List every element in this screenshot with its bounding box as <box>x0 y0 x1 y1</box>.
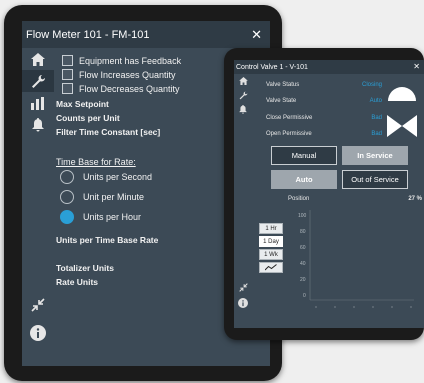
radio-label: Units per Second <box>83 172 153 182</box>
out-of-service-button[interactable]: Out of Service <box>342 170 408 189</box>
max-setpoint-label: Max Setpoint <box>56 99 109 109</box>
checkbox-row[interactable]: Flow Decreases Quantity <box>62 83 180 94</box>
wrench-icon[interactable] <box>22 70 54 92</box>
control-valve-sidebar-bottom <box>234 280 252 310</box>
counts-per-unit-label: Counts per Unit <box>56 113 120 123</box>
range-1-week-button[interactable]: 1 Wk <box>259 249 283 260</box>
radio-option[interactable]: Units per Second <box>60 170 152 184</box>
collapse-icon[interactable] <box>234 280 252 294</box>
status-value: Closing <box>361 82 382 88</box>
tablet-control-valve: Control Valve 1 - V-101 ✕ Valve Status C… <box>224 48 424 340</box>
control-valve-title: Control Valve 1 - V-101 <box>236 63 308 71</box>
scene: Flow Meter 101 - FM-101 ✕ Equipment has … <box>0 0 424 383</box>
flow-meter-title-bar: Flow Meter 101 - FM-101 ✕ <box>22 21 270 48</box>
chart-y-tick: 20 <box>300 277 306 283</box>
status-label: Valve State <box>266 98 297 104</box>
range-1-hour-button[interactable]: 1 Hr <box>259 223 283 234</box>
filter-time-constant-label: Filter Time Constant [sec] <box>56 127 161 137</box>
units-per-time-label: Units per Time Base Rate <box>56 235 159 245</box>
chart-y-tick: 80 <box>300 229 306 235</box>
checkbox[interactable] <box>62 55 73 66</box>
info-icon[interactable] <box>22 322 54 344</box>
radio-button-selected[interactable] <box>60 210 74 224</box>
auto-button[interactable]: Auto <box>271 170 337 189</box>
chart-y-tick: 60 <box>300 245 306 251</box>
radio-label: Units per Hour <box>83 212 142 222</box>
in-service-button[interactable]: In Service <box>342 146 408 165</box>
bell-icon[interactable] <box>22 114 54 136</box>
control-valve-title-bar: Control Valve 1 - V-101 ✕ <box>234 60 424 74</box>
checkbox-row[interactable]: Flow Increases Quantity <box>62 69 176 80</box>
checkbox-label: Equipment has Feedback <box>79 55 182 66</box>
time-base-heading: Time Base for Rate: <box>56 157 136 167</box>
control-valve-screen: Control Valve 1 - V-101 ✕ Valve Status C… <box>234 60 424 328</box>
valve-body-icon <box>387 115 417 137</box>
valve-actuator-icon <box>388 87 416 101</box>
status-value: Bad <box>371 115 382 121</box>
control-valve-sidebar <box>234 74 252 328</box>
home-icon[interactable] <box>234 74 252 88</box>
status-row: Valve State Auto <box>266 98 382 104</box>
bar-chart-icon[interactable] <box>22 92 54 114</box>
trend-icon[interactable] <box>259 262 283 273</box>
status-label: Valve Status <box>266 82 300 88</box>
range-1-day-button[interactable]: 1 Day <box>259 236 283 247</box>
flow-meter-sidebar <box>22 48 54 366</box>
totalizer-units-label: Totalizer Units <box>56 263 114 273</box>
status-row: Close Permissive Bad <box>266 115 382 121</box>
radio-option[interactable]: Unit per Minute <box>60 190 144 204</box>
chart-y-tick: 0 <box>303 293 306 299</box>
status-row: Open Permissive Bad <box>266 131 382 137</box>
status-label: Open Permissive <box>266 131 312 137</box>
chart-y-tick: 100 <box>298 213 307 219</box>
flow-meter-sidebar-bottom <box>22 294 54 344</box>
radio-option[interactable]: Units per Hour <box>60 210 141 224</box>
checkbox-label: Flow Decreases Quantity <box>79 83 180 94</box>
radio-label: Unit per Minute <box>83 192 145 202</box>
flow-meter-title: Flow Meter 101 - FM-101 <box>26 28 150 41</box>
checkbox-row[interactable]: Equipment has Feedback <box>62 55 181 66</box>
chart-y-tick: 40 <box>300 261 306 267</box>
close-icon[interactable]: ✕ <box>413 62 420 71</box>
position-label: Position <box>288 196 310 202</box>
checkbox-label: Flow Increases Quantity <box>79 69 176 80</box>
close-icon[interactable]: ✕ <box>251 27 262 43</box>
checkbox[interactable] <box>62 69 73 80</box>
status-label: Close Permissive <box>266 115 313 121</box>
manual-button[interactable]: Manual <box>271 146 337 165</box>
radio-button[interactable] <box>60 170 74 184</box>
bell-icon[interactable] <box>234 102 252 116</box>
status-row: Valve Status Closing <box>266 82 382 88</box>
status-value: Bad <box>371 131 382 137</box>
position-value: 27 % <box>408 196 422 202</box>
info-icon[interactable] <box>234 296 252 310</box>
radio-button[interactable] <box>60 190 74 204</box>
collapse-icon[interactable] <box>22 294 54 316</box>
home-icon[interactable] <box>22 48 54 70</box>
chart-y-axis <box>309 210 414 301</box>
position-trend-chart: 100 80 60 40 20 0 <box>298 210 414 308</box>
status-value: Auto <box>369 98 382 104</box>
checkbox[interactable] <box>62 83 73 94</box>
wrench-icon[interactable] <box>234 88 252 102</box>
rate-units-label: Rate Units <box>56 277 99 287</box>
chart-x-ticks <box>315 306 412 308</box>
